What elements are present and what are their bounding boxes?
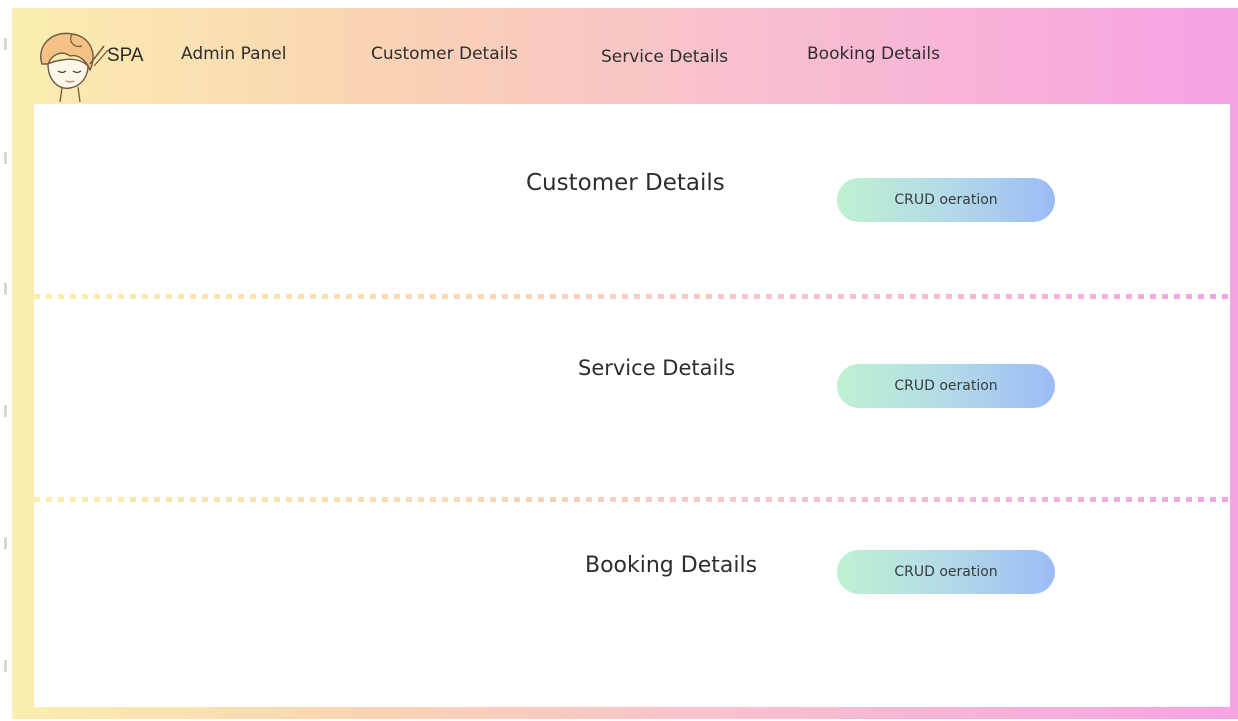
edge-tick bbox=[4, 537, 7, 549]
section-title-booking-details: Booking Details bbox=[585, 553, 758, 578]
nav-link-service-details[interactable]: Service Details bbox=[601, 47, 728, 67]
top-navbar: SPA Admin Panel Customer Details Service… bbox=[12, 8, 1238, 104]
nav-link-admin-panel[interactable]: Admin Panel bbox=[181, 44, 286, 64]
nav-link-customer-details[interactable]: Customer Details bbox=[371, 44, 518, 64]
edge-tick bbox=[4, 38, 7, 50]
section-divider bbox=[34, 497, 1230, 502]
edge-tick bbox=[4, 283, 7, 295]
service-crud-button[interactable]: CRUD oeration bbox=[837, 364, 1055, 408]
edge-tick bbox=[4, 152, 7, 164]
nav-link-booking-details[interactable]: Booking Details bbox=[807, 44, 940, 64]
customer-crud-button[interactable]: CRUD oeration bbox=[837, 178, 1055, 222]
app-frame: SPA Admin Panel Customer Details Service… bbox=[12, 8, 1238, 719]
spa-woman-logo-icon[interactable] bbox=[32, 24, 110, 104]
edge-tick bbox=[4, 660, 7, 672]
admin-content-panel: Customer Details CRUD oeration Service D… bbox=[34, 104, 1230, 707]
edge-tick bbox=[4, 405, 7, 417]
section-divider bbox=[34, 294, 1230, 299]
section-title-customer-details: Customer Details bbox=[526, 170, 725, 196]
section-title-service-details: Service Details bbox=[578, 356, 736, 380]
brand-name[interactable]: SPA bbox=[107, 45, 144, 67]
booking-crud-button[interactable]: CRUD oeration bbox=[837, 550, 1055, 594]
